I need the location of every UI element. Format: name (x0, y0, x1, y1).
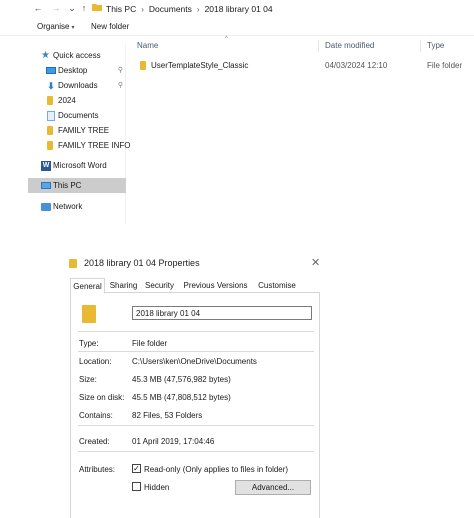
sidebar-item-label: Microsoft Word (53, 161, 107, 170)
breadcrumb-separator-icon: › (196, 4, 200, 14)
column-header-date-modified[interactable]: Date modified (325, 41, 374, 50)
folder-icon (46, 140, 56, 151)
table-row[interactable]: UserTemplateStyle_Classic 04/03/2024 12:… (130, 58, 474, 73)
sidebar-item-2024[interactable]: 2024 (28, 93, 126, 108)
tab-security[interactable]: Security (142, 278, 177, 293)
sidebar-item-downloads[interactable]: ⬇ Downloads ⚲ (28, 78, 126, 93)
folder-icon (46, 95, 56, 106)
breadcrumb-current-folder[interactable]: 2018 library 01 04 (205, 4, 273, 14)
organise-label: Organise (37, 22, 70, 31)
hidden-checkbox[interactable] (132, 482, 141, 491)
size-label: Size: (79, 375, 97, 384)
advanced-button[interactable]: Advanced... (235, 480, 311, 495)
sidebar-item-label: Network (53, 202, 83, 211)
breadcrumb-this-pc[interactable]: This PC (106, 4, 136, 14)
chevron-down-icon: ▾ (71, 25, 75, 31)
file-list: ^ Name Date modified Type UserTemplateSt… (130, 36, 474, 226)
file-explorer-window: ← → ⌄ ↑ This PC › Documents › 2018 libra… (0, 0, 474, 236)
column-divider[interactable] (420, 40, 421, 52)
sidebar-item-microsoft-word[interactable]: W Microsoft Word (28, 158, 126, 173)
readonly-checkbox[interactable]: ✓ (132, 464, 141, 473)
dialog-title: 2018 library 01 04 Properties (84, 258, 200, 268)
sidebar-item-network[interactable]: Network (28, 199, 126, 214)
divider (78, 425, 314, 426)
recent-locations-chevron-icon[interactable]: ⌄ (66, 2, 78, 14)
word-icon: W (41, 160, 51, 171)
command-toolbar: Organise ▾ New folder (0, 18, 474, 36)
sidebar-item-family-tree-info[interactable]: FAMILY TREE INFO (28, 138, 130, 153)
sidebar-item-label: This PC (53, 181, 82, 190)
type-label: Type: (79, 339, 99, 348)
general-tab-panel: 2018 library 01 04 Type: File folder Loc… (70, 293, 320, 518)
pc-icon (41, 181, 51, 191)
sidebar-item-this-pc[interactable]: This PC (28, 178, 126, 193)
pin-icon: ⚲ (117, 82, 123, 89)
folder-icon (69, 259, 77, 268)
created-value: 01 April 2019, 17:04:46 (132, 437, 215, 446)
sidebar-item-label: Documents (58, 111, 99, 120)
breadcrumb: This PC › Documents › 2018 library 01 04 (106, 3, 273, 15)
column-header-name[interactable]: Name (137, 41, 158, 50)
properties-tabs: General Sharing Security Previous Versio… (70, 278, 320, 294)
navigation-pane: ★ Quick access Desktop ⚲ ⬇ Downloads ⚲ 2… (28, 44, 130, 224)
created-label: Created: (79, 437, 110, 446)
contains-value: 82 Files, 53 Folders (132, 411, 203, 420)
documents-icon (46, 110, 56, 121)
size-on-disk-value: 45.5 MB (47,808,512 bytes) (132, 393, 231, 402)
back-arrow-icon[interactable]: ← (32, 2, 44, 14)
type-value: File folder (132, 339, 168, 348)
sidebar-item-family-tree[interactable]: FAMILY TREE (28, 123, 126, 138)
location-label: Location: (79, 357, 112, 366)
download-icon: ⬇ (47, 80, 55, 91)
folder-name-field[interactable]: 2018 library 01 04 (132, 306, 312, 320)
sidebar-item-label: FAMILY TREE (58, 126, 110, 135)
file-name: UserTemplateStyle_Classic (151, 61, 249, 70)
sidebar-item-label: 2024 (58, 96, 76, 105)
sidebar-item-label: Downloads (58, 81, 98, 90)
location-value: C:\Users\ken\OneDrive\Documents (132, 357, 257, 366)
divider (78, 351, 314, 352)
breadcrumb-documents[interactable]: Documents (149, 4, 192, 14)
organise-menu-button[interactable]: Organise ▾ (37, 22, 74, 31)
folder-icon (46, 125, 56, 136)
tab-customise[interactable]: Customise (254, 278, 300, 293)
tab-previous-versions[interactable]: Previous Versions (179, 278, 252, 293)
dialog-title-bar: 2018 library 01 04 Properties ✕ (69, 257, 321, 271)
breadcrumb-separator-icon: › (141, 4, 144, 14)
network-icon (41, 202, 51, 212)
readonly-label: Read-only (Only applies to files in fold… (144, 465, 289, 474)
sidebar-item-quick-access[interactable]: ★ Quick access (28, 48, 126, 63)
column-divider[interactable] (318, 40, 319, 52)
divider (78, 451, 314, 452)
sidebar-item-documents[interactable]: Documents (28, 108, 126, 123)
divider (78, 331, 314, 332)
tab-sharing[interactable]: Sharing (107, 278, 140, 293)
folder-properties-dialog: 2018 library 01 04 Properties ✕ General … (64, 252, 326, 518)
size-on-disk-label: Size on disk: (79, 393, 125, 402)
tab-general[interactable]: General (70, 278, 105, 294)
forward-arrow-icon[interactable]: → (50, 2, 62, 14)
star-icon: ★ (41, 49, 50, 61)
folder-icon (82, 305, 96, 323)
sidebar-item-label: FAMILY TREE INFO (58, 141, 131, 150)
address-folder-icon (92, 3, 102, 11)
desktop-icon (46, 66, 56, 76)
file-type: File folder (427, 61, 463, 70)
pin-icon: ⚲ (117, 67, 123, 74)
column-header-type[interactable]: Type (427, 41, 444, 50)
size-value: 45.3 MB (47,576,982 bytes) (132, 375, 231, 384)
sidebar-item-label: Quick access (53, 51, 101, 60)
hidden-label: Hidden (144, 483, 170, 492)
new-folder-button[interactable]: New folder (91, 22, 129, 31)
sidebar-item-desktop[interactable]: Desktop ⚲ (28, 63, 126, 78)
folder-icon (140, 61, 146, 70)
sort-ascending-icon: ^ (225, 36, 228, 42)
address-row: ← → ⌄ ↑ This PC › Documents › 2018 libra… (0, 0, 474, 16)
up-arrow-icon[interactable]: ↑ (78, 2, 90, 14)
sidebar-item-label: Desktop (58, 66, 88, 75)
contains-label: Contains: (79, 411, 113, 420)
attributes-label: Attributes: (79, 465, 116, 474)
file-date-modified: 04/03/2024 12:10 (325, 61, 388, 70)
close-icon[interactable]: ✕ (311, 256, 320, 269)
